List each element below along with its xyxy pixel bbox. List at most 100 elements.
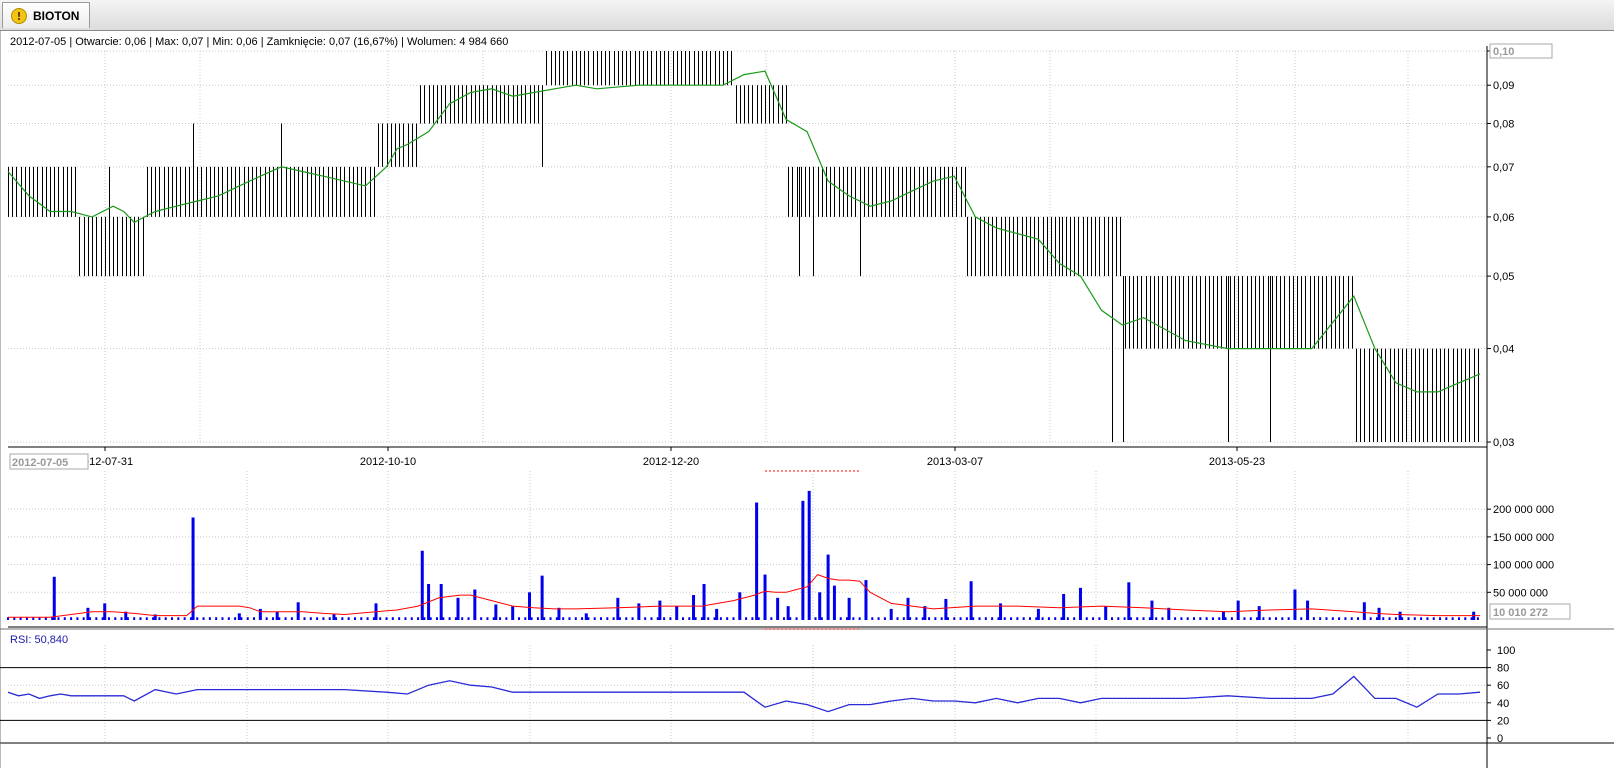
volume-bar-small <box>82 617 85 620</box>
volume-bar-small <box>196 617 199 620</box>
tab-bioton[interactable]: ! BIOTON <box>2 2 91 28</box>
volume-bar-small <box>246 617 249 620</box>
volume-bar-small <box>1047 617 1050 620</box>
volume-bar <box>658 600 662 620</box>
volume-bar-small <box>1357 617 1360 620</box>
volume-bar-small <box>593 617 596 620</box>
volume-bar-small <box>606 617 609 620</box>
volume-bar-small <box>322 617 325 620</box>
volume-bar-small <box>448 617 451 620</box>
volume-bar-small <box>1312 617 1315 620</box>
volume-bar-small <box>612 617 615 620</box>
volume-bar-small <box>1041 617 1044 620</box>
volume-bar <box>776 597 780 620</box>
volume-bar-small <box>253 617 256 620</box>
volume-bar <box>258 608 262 620</box>
volume-bar-small <box>726 617 729 620</box>
volume-bar-small <box>271 617 274 620</box>
volume-bar-small <box>1319 617 1322 620</box>
volume-bar-small <box>751 617 754 620</box>
volume-bar-small <box>63 617 66 620</box>
ohlc-info-text: 2012-07-05 | Otwarcie: 0,06 | Max: 0,07 … <box>10 36 508 48</box>
volume-bar <box>675 606 679 620</box>
volume-bar-small <box>467 617 470 620</box>
volume-bar <box>1236 600 1240 620</box>
volume-bar-small <box>852 617 855 620</box>
volume-bar-small <box>1262 617 1265 620</box>
stock-chart[interactable]: 0,09 0,08 0,07 0,06 0,05 0,04 0,03 0,10 2012-07-… <box>0 31 1614 768</box>
volume-bar-small <box>107 617 110 620</box>
volume-bar-small <box>1300 617 1303 620</box>
volume-bar <box>1257 606 1261 620</box>
volume-bar-small <box>341 617 344 620</box>
volume-bar-small <box>1281 617 1284 620</box>
volume-bar <box>1127 582 1131 620</box>
volume-bar-small <box>1205 617 1208 620</box>
volume-bar-small <box>404 617 407 620</box>
volume-bar-small <box>940 617 943 620</box>
volume-bar-small <box>549 617 552 620</box>
volume-bar-small <box>1388 617 1391 620</box>
volume-bar-small <box>410 617 413 620</box>
volume-bar-small <box>1420 617 1423 620</box>
volume-bar-small <box>360 617 363 620</box>
volume-bar-small <box>139 617 142 620</box>
volume-tick-label: 150 000 000 <box>1493 532 1554 544</box>
volume-bar-small <box>871 617 874 620</box>
volume-bar-small <box>953 617 956 620</box>
volume-bar <box>1078 587 1082 620</box>
volume-bar-small <box>183 617 186 620</box>
volume-bar-small <box>1142 617 1145 620</box>
volume-bar-small <box>536 617 539 620</box>
volume-bar <box>1293 589 1297 620</box>
volume-bar-small <box>625 617 628 620</box>
volume-bar-small <box>1230 617 1233 620</box>
volume-bar-small <box>1117 617 1120 620</box>
volume-bar <box>944 598 948 620</box>
volume-bar-small <box>1243 617 1246 620</box>
volume-bar-small <box>644 617 647 620</box>
price-tick-label: 0,03 <box>1493 437 1514 449</box>
volume-bar-small <box>669 617 672 620</box>
volume-bar-small <box>57 617 60 620</box>
volume-bar-small <box>902 617 905 620</box>
volume-bar-small <box>114 617 117 620</box>
volume-bar-small <box>158 617 161 620</box>
volume-bar <box>906 597 910 620</box>
volume-bar <box>818 592 822 620</box>
volume-bar-small <box>391 617 394 620</box>
volume-bar-small <box>379 617 382 620</box>
volume-bar <box>702 583 706 620</box>
volume-bar-small <box>1016 617 1019 620</box>
volume-bar <box>540 575 544 620</box>
price-tick-label: 0,07 <box>1493 162 1514 174</box>
volume-tick-label: 100 000 000 <box>1493 560 1554 572</box>
volume-bar <box>832 585 836 620</box>
volume-bar-small <box>435 617 438 620</box>
volume-bar <box>473 589 477 620</box>
price-tick-label: 0,08 <box>1493 118 1514 130</box>
rsi-tick-label: 0 <box>1497 733 1503 745</box>
volume-bar <box>456 597 460 620</box>
volume-bar-small <box>1432 617 1435 620</box>
volume-bar-small <box>650 617 653 620</box>
volume-bar-small <box>1369 617 1372 620</box>
volume-bar-small <box>934 617 937 620</box>
volume-bar-small <box>1054 617 1057 620</box>
volume-bar-small <box>145 617 148 620</box>
volume-bar-small <box>95 617 98 620</box>
volume-bar-small <box>1445 617 1448 620</box>
volume-bar-small <box>461 617 464 620</box>
volume-bar-small <box>505 617 508 620</box>
warning-icon: ! <box>11 7 27 24</box>
volume-bar-small <box>1382 617 1385 620</box>
volume-bar-small <box>1211 617 1214 620</box>
volume-bar-small <box>265 617 268 620</box>
volume-bar-small <box>1476 617 1479 620</box>
volume-bar-small <box>688 617 691 620</box>
volume-bar-small <box>1457 617 1460 620</box>
volume-bar <box>1036 608 1040 620</box>
volume-bar-small <box>1098 617 1101 620</box>
volume-bar-small <box>1155 617 1158 620</box>
x-tick-label: 2013-05-23 <box>1209 456 1265 468</box>
